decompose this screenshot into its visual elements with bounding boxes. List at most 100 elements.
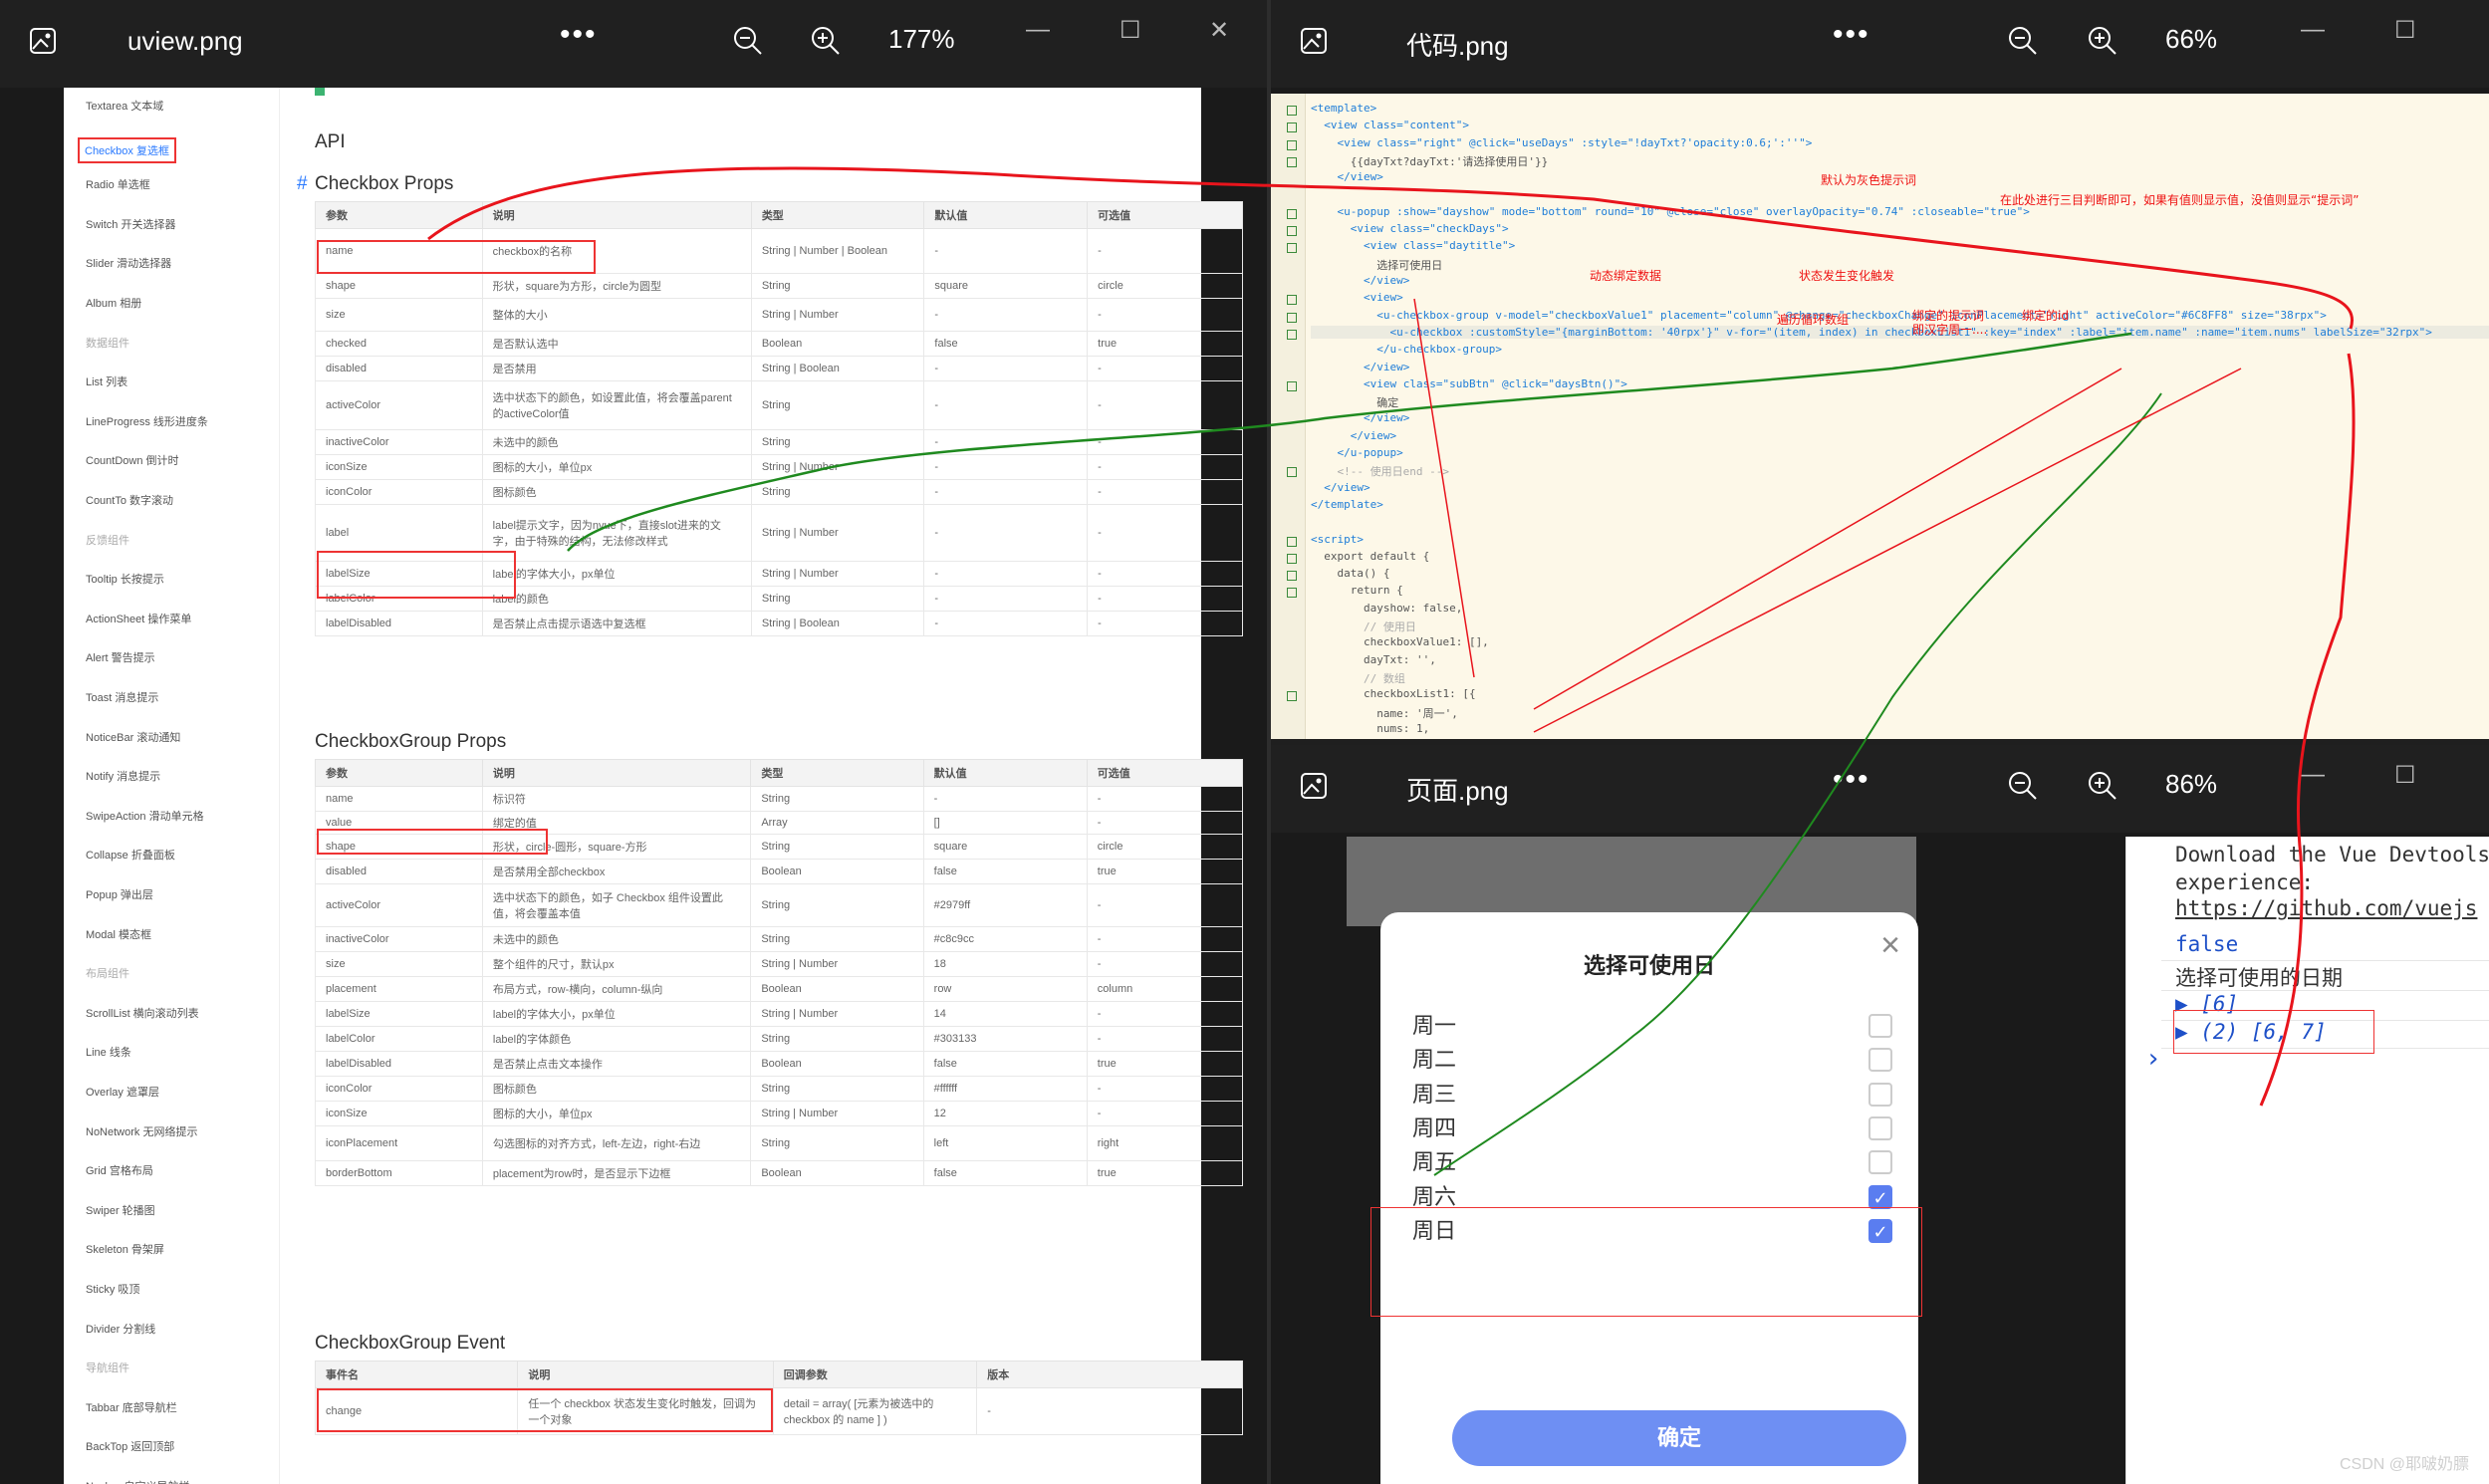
table-cell: #303133	[922, 1026, 1088, 1052]
code-line: // 数组	[1311, 671, 1405, 685]
zoom-in-icon[interactable]	[2086, 769, 2119, 803]
table-cell: true	[1086, 1160, 1244, 1186]
sidebar-item[interactable]: BackTop 返回顶部	[86, 1438, 174, 1454]
table-cell: -	[976, 1387, 1243, 1435]
day-option-label[interactable]: 周四	[1412, 1111, 1456, 1142]
anchor-hash[interactable]: #	[297, 173, 308, 195]
more-options-button[interactable]: •••	[1833, 763, 1870, 797]
sidebar-item[interactable]: Line 线条	[86, 1044, 131, 1060]
fold-marker[interactable]	[1287, 553, 1297, 564]
sidebar-item[interactable]: Switch 开关选择器	[86, 216, 175, 232]
day-checkbox[interactable]	[1868, 1014, 1892, 1038]
fold-marker[interactable]	[1287, 139, 1297, 150]
maximize-button[interactable]: ☐	[1120, 16, 1149, 46]
sidebar-item[interactable]: Skeleton 骨架屏	[86, 1241, 164, 1257]
sidebar-item[interactable]: Modal 模态框	[86, 926, 151, 942]
fold-marker[interactable]	[1287, 295, 1297, 306]
minimize-button[interactable]: —	[2301, 761, 2331, 791]
zoom-out-icon[interactable]	[731, 24, 765, 58]
sidebar-item[interactable]: NoticeBar 滚动通知	[86, 729, 180, 745]
maximize-button[interactable]: ☐	[2394, 16, 2424, 46]
fold-marker[interactable]	[1287, 588, 1297, 599]
sidebar-item[interactable]: Textarea 文本域	[86, 98, 163, 114]
close-icon[interactable]: ×	[1880, 926, 1900, 965]
fold-marker[interactable]	[1287, 243, 1297, 254]
table-cell: #ffffff	[922, 1076, 1088, 1102]
day-option-label[interactable]: 周六	[1412, 1179, 1456, 1211]
fold-marker[interactable]	[1287, 380, 1297, 391]
console-line[interactable]: https://github.com/vuejs	[2175, 896, 2477, 920]
column-header: 默认值	[923, 201, 1089, 229]
fold-marker[interactable]	[1287, 208, 1297, 219]
code-titlebar: 代码.png ••• 66% — ☐	[1271, 0, 2489, 88]
fold-marker[interactable]	[1287, 467, 1297, 478]
sidebar-item[interactable]: Overlay 遮罩层	[86, 1084, 159, 1100]
fold-marker[interactable]	[1287, 691, 1297, 702]
sidebar-item[interactable]: Divider 分割线	[86, 1321, 155, 1337]
sidebar-item[interactable]: Slider 滑动选择器	[86, 255, 171, 271]
sidebar-item[interactable]: Grid 宫格布局	[86, 1162, 153, 1178]
sidebar-item[interactable]: SwipeAction 滑动单元格	[86, 808, 204, 824]
close-button[interactable]: ✕	[1209, 16, 1239, 46]
code-line: <view class="subBtn" @click="daysBtn()">	[1311, 376, 1627, 390]
table-cell: right	[1086, 1125, 1244, 1161]
minimize-button[interactable]: —	[2301, 16, 2331, 46]
table-cell: -	[923, 298, 1089, 332]
more-options-button[interactable]: •••	[560, 18, 598, 52]
zoom-out-icon[interactable]	[2006, 769, 2040, 803]
code-line: <template>	[1311, 102, 1377, 115]
sidebar-item[interactable]: ActionSheet 操作菜单	[86, 611, 191, 626]
day-option-label[interactable]: 周三	[1412, 1077, 1456, 1109]
sidebar-item[interactable]: Tooltip 长按提示	[86, 571, 164, 587]
fold-marker[interactable]	[1287, 536, 1297, 547]
zoom-in-icon[interactable]	[2086, 24, 2119, 58]
sidebar-item[interactable]: Swiper 轮播图	[86, 1202, 155, 1218]
fold-marker[interactable]	[1287, 571, 1297, 582]
sidebar-item[interactable]: Tabbar 底部导航栏	[86, 1399, 177, 1415]
table-cell: #2979ff	[922, 883, 1088, 927]
sidebar-item[interactable]: Checkbox 复选框	[78, 136, 176, 163]
fold-marker[interactable]	[1287, 106, 1297, 116]
sidebar-item[interactable]: Radio 单选框	[86, 176, 150, 192]
confirm-button[interactable]: 确定	[1452, 1410, 1906, 1466]
day-option-label[interactable]: 周二	[1412, 1042, 1456, 1074]
day-option-label[interactable]: 周一	[1412, 1008, 1456, 1040]
fold-marker[interactable]	[1287, 156, 1297, 167]
day-checkbox[interactable]	[1868, 1150, 1892, 1175]
column-header: 参数	[315, 759, 483, 787]
sidebar-item[interactable]: ScrollList 横向滚动列表	[86, 1005, 199, 1021]
sidebar-item[interactable]: Alert 警告提示	[86, 649, 155, 665]
console-line: ›	[2145, 1044, 2161, 1074]
fold-marker[interactable]	[1287, 123, 1297, 133]
sidebar-item[interactable]: Album 相册	[86, 295, 141, 311]
sidebar-item[interactable]: List 列表	[86, 373, 127, 389]
sidebar-item[interactable]: Navbar 自定义导航栏	[86, 1478, 190, 1484]
sidebar-item[interactable]: Notify 消息提示	[86, 768, 160, 784]
sidebar-item[interactable]: CountTo 数字滚动	[86, 492, 173, 508]
sidebar-item[interactable]: Toast 消息提示	[86, 689, 158, 705]
zoom-out-icon[interactable]	[2006, 24, 2040, 58]
maximize-button[interactable]: ☐	[2394, 761, 2424, 791]
day-checkbox[interactable]	[1868, 1048, 1892, 1073]
sidebar-item[interactable]: Collapse 折叠面板	[86, 847, 175, 863]
sidebar-item[interactable]: CountDown 倒计时	[86, 452, 179, 468]
table-cell: -	[1086, 1026, 1244, 1052]
table-cell: -	[1086, 1076, 1244, 1102]
day-checkbox[interactable]	[1868, 1115, 1892, 1140]
sidebar-item[interactable]: Popup 弹出层	[86, 886, 153, 902]
minimize-button[interactable]: —	[1026, 16, 1056, 46]
day-checkbox[interactable]	[1868, 1082, 1892, 1107]
sidebar-item[interactable]: LineProgress 线形进度条	[86, 413, 208, 429]
table-row: inactiveColor 未选中的颜色 String - -	[315, 429, 1243, 455]
day-option-label[interactable]: 周五	[1412, 1144, 1456, 1176]
sidebar-item[interactable]: Sticky 吸顶	[86, 1281, 139, 1297]
more-options-button[interactable]: •••	[1833, 18, 1870, 52]
day-checkbox[interactable]: ✓	[1868, 1184, 1892, 1209]
zoom-in-icon[interactable]	[809, 24, 843, 58]
table-cell: labelDisabled	[315, 611, 483, 636]
table-cell: 是否默认选中	[481, 331, 752, 357]
fold-marker[interactable]	[1287, 226, 1297, 237]
sidebar-item[interactable]: NoNetwork 无网络提示	[86, 1123, 197, 1139]
fold-marker[interactable]	[1287, 329, 1297, 340]
fold-marker[interactable]	[1287, 312, 1297, 323]
